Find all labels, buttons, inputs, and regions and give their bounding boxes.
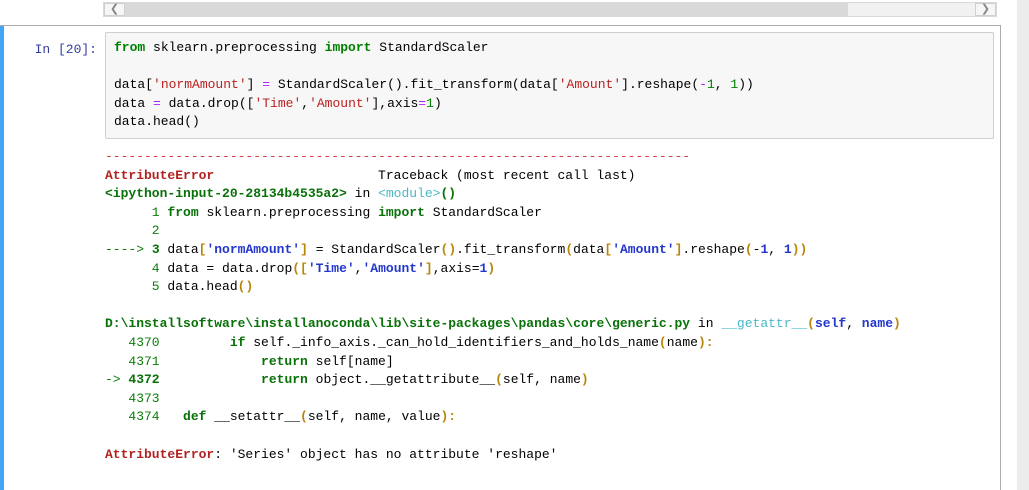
horizontal-scrollbar[interactable]: ❮ ❯ bbox=[103, 2, 997, 17]
notebook-cell[interactable]: In [20]: from sklearn.preprocessing impo… bbox=[0, 25, 1001, 490]
chevron-right-icon: ❯ bbox=[980, 3, 991, 15]
code-editor[interactable]: from sklearn.preprocessing import Standa… bbox=[105, 32, 994, 139]
input-prompt: In [20]: bbox=[34, 42, 97, 57]
scrollbar-track[interactable] bbox=[125, 3, 975, 16]
chevron-left-icon: ❮ bbox=[109, 3, 120, 15]
scroll-right-button[interactable]: ❯ bbox=[975, 3, 996, 16]
cell-input-area: In [20]: from sklearn.preprocessing impo… bbox=[0, 32, 1000, 139]
scroll-left-button[interactable]: ❮ bbox=[104, 3, 125, 16]
error-traceback-output: ----------------------------------------… bbox=[105, 149, 901, 462]
scrollbar-thumb[interactable] bbox=[125, 3, 848, 16]
window-right-gutter bbox=[1017, 0, 1029, 490]
code-input-text[interactable]: from sklearn.preprocessing import Standa… bbox=[114, 39, 985, 132]
